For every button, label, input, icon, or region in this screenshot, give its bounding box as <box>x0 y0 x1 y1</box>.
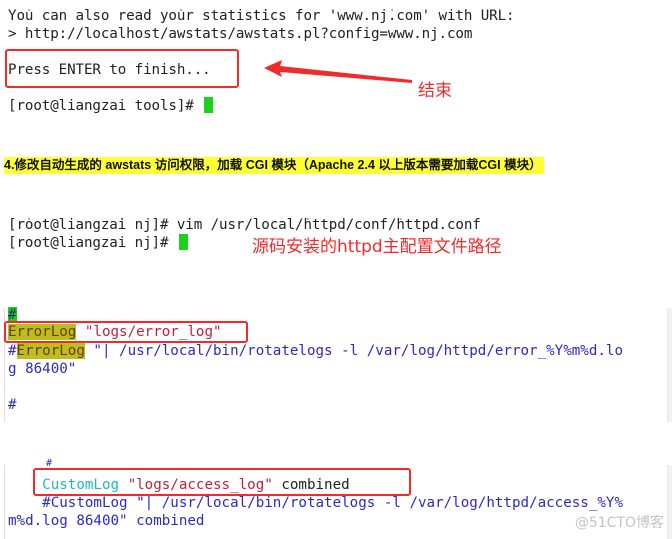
vim-line-customlog-wrap: m%d.log 86400" combined <box>8 513 205 529</box>
vim-line-customlog-comment: #CustomLog "| /usr/local/bin/rotatelogs … <box>8 495 623 511</box>
highlight-box-customlog <box>33 468 411 496</box>
vim-line-errorlog-wrap: g 86400" <box>8 361 77 377</box>
arrow-left-icon <box>264 60 412 83</box>
annotation-config-path: 源码安装的httpd主配置文件路径 <box>252 237 502 257</box>
terminal-line: > http://localhost/awstats/awstats.pl?co… <box>8 26 473 42</box>
prompt-text: [root@liangzai nj]# <box>8 235 177 251</box>
terminal-prompt: [root@liangzai tools]# <box>8 97 214 115</box>
vim-line-errorlog-comment: #ErrorLog "| /usr/local/bin/rotatelogs -… <box>8 343 624 359</box>
terminal-cursor <box>178 234 188 250</box>
highlight-box-press-enter <box>5 49 239 88</box>
prompt-text: [root@liangzai tools]# <box>8 98 203 114</box>
terminal-cursor <box>204 97 214 113</box>
terminal-line: You can also read your statistics for 'w… <box>8 8 515 24</box>
annotation-finish: 结束 <box>418 81 452 101</box>
scrollbar[interactable] <box>667 308 672 422</box>
step-heading: 4.修改自动生成的 awstats 访问权限，加载 CGI 模块（Apache … <box>4 157 544 174</box>
highlight-box-errorlog <box>4 321 248 343</box>
vim-line-hash: # <box>8 397 17 413</box>
terminal-prompt: [root@liangzai nj]# <box>8 234 188 252</box>
scrollbar[interactable] <box>667 465 672 539</box>
watermark: @51CTO博客 <box>574 515 664 531</box>
